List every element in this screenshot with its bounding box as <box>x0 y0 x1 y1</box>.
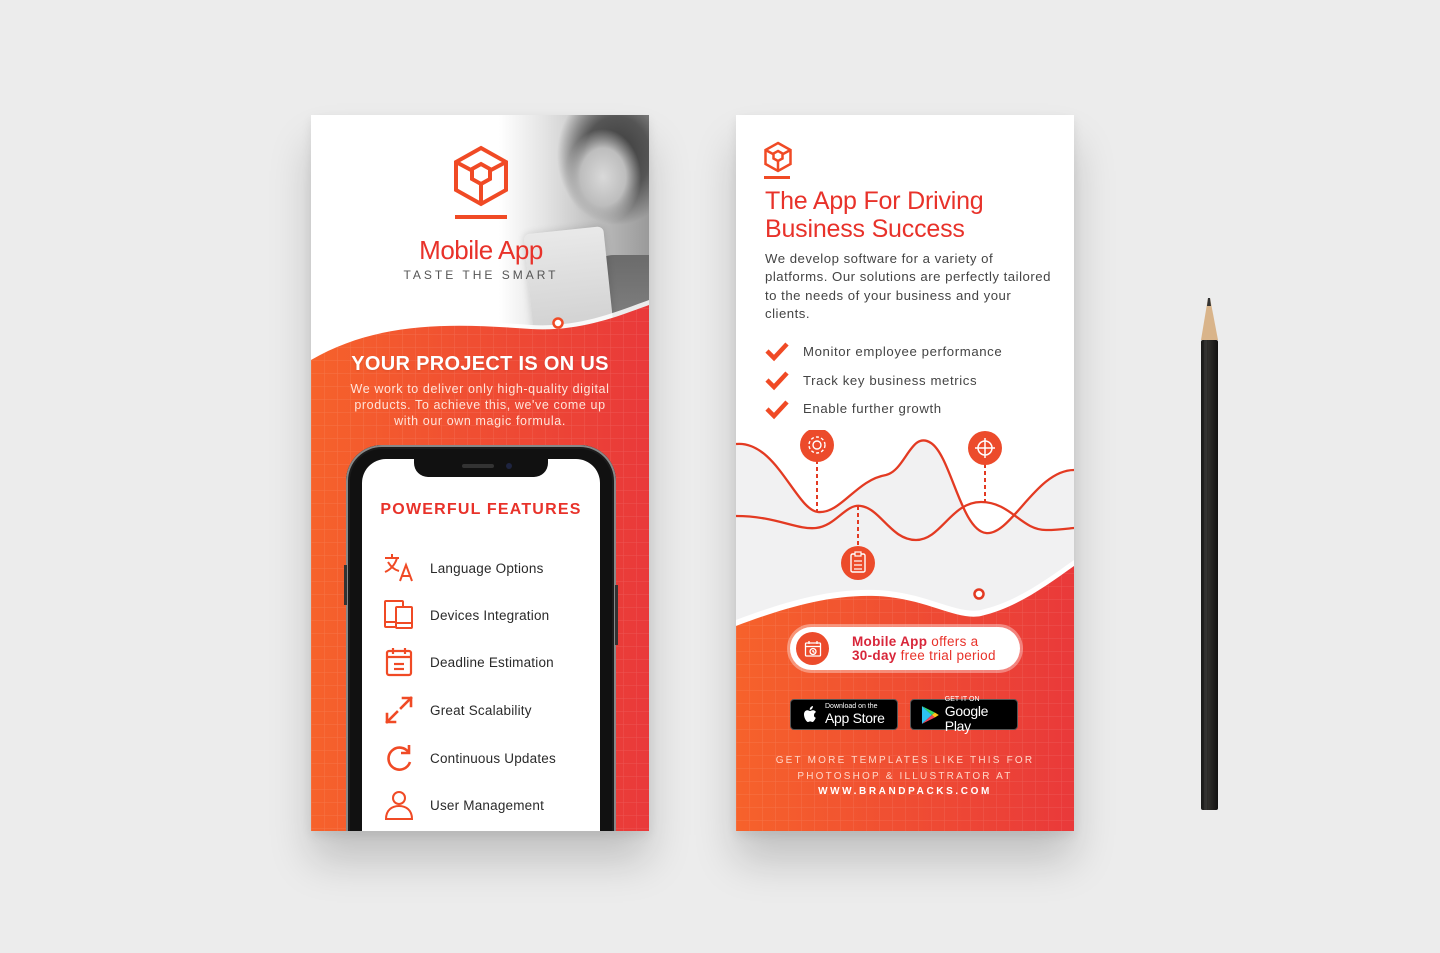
phone-speaker <box>462 464 494 468</box>
trial-text: Mobile App offers a 30-day free trial pe… <box>852 633 996 663</box>
logo-underline <box>764 176 790 179</box>
trial-brand: Mobile App <box>852 633 928 649</box>
feature-item: User Management <box>382 787 592 823</box>
trial-badge: Mobile App offers a 30-day free trial pe… <box>790 627 1020 670</box>
feature-label: Great Scalability <box>430 702 532 718</box>
logo-underline <box>455 215 507 219</box>
feature-label: Deadline Estimation <box>430 654 554 670</box>
clipboard-icon <box>841 546 875 580</box>
checklist: Monitor employee performance Track key b… <box>764 337 1064 423</box>
wave-dot <box>552 317 564 329</box>
back-body-text: We develop software for a variety of pla… <box>765 251 1051 321</box>
checklist-text: Enable further growth <box>803 401 942 417</box>
pencil-prop <box>1201 298 1218 810</box>
app-store-big: App Store <box>825 710 885 726</box>
promo-line1: GET MORE TEMPLATES LIKE THIS FOR <box>775 755 1035 766</box>
phone-mockup: POWERFUL FEATURES Language Options Devic… <box>344 445 618 831</box>
app-store-button[interactable]: Download on the App Store <box>790 699 898 730</box>
app-store-label: Download on the App Store <box>825 703 885 726</box>
calendar-icon <box>385 648 413 677</box>
flyer-front: Mobile App TASTE THE SMART YOUR PROJECT … <box>311 115 649 831</box>
feature-item: Deadline Estimation <box>382 644 592 680</box>
devices-icon <box>384 600 413 629</box>
phone-button <box>615 585 618 645</box>
translate-icon <box>384 554 413 582</box>
feature-label: User Management <box>430 797 545 813</box>
checklist-item: Track key business metrics <box>764 366 1064 395</box>
checklist-item: Enable further growth <box>764 394 1064 423</box>
google-play-button[interactable]: GET IT ON Google Play <box>910 696 1018 733</box>
flyer-back: The App For Driving Business Success We … <box>736 115 1074 831</box>
intro-text: We work to deliver only high-quality dig… <box>350 382 610 428</box>
hexagon-cube-logo-icon <box>454 145 508 207</box>
promo-text: GET MORE TEMPLATES LIKE THIS FOR PHOTOSH… <box>736 753 1074 800</box>
brand-title: Mobile App <box>419 235 543 265</box>
back-title-line1: The App For Driving <box>765 187 984 215</box>
features-title: POWERFUL FEATURES <box>380 501 582 518</box>
trial-text2: free trial period <box>896 647 996 663</box>
back-title: The App For Driving Business Success <box>765 187 1065 243</box>
feature-item: Language Options <box>382 550 592 586</box>
expand-arrows-icon <box>385 696 413 724</box>
checklist-item: Monitor employee performance <box>764 337 1064 366</box>
google-play-big: Google Play <box>944 702 989 734</box>
checklist-text: Monitor employee performance <box>803 343 1003 359</box>
gear-icon <box>800 430 834 462</box>
promo-line2: PHOTOSHOP & ILLUSTRATOR AT <box>797 770 1013 782</box>
hexagon-cube-logo-icon <box>764 141 792 173</box>
feature-label: Continuous Updates <box>430 750 556 766</box>
trial-text1: offers a <box>927 633 979 649</box>
checklist-text: Track key business metrics <box>803 372 978 388</box>
brand-tagline: TASTE THE SMART <box>403 268 559 282</box>
google-play-icon <box>921 705 939 724</box>
back-title-line2: Business Success <box>765 215 965 243</box>
refresh-icon <box>387 745 412 771</box>
phone-screen: POWERFUL FEATURES Language Options Devic… <box>362 459 600 831</box>
google-play-label: GET IT ON Google Play <box>945 696 1017 734</box>
feature-label: Language Options <box>430 560 544 576</box>
phone-notch <box>414 459 548 477</box>
checkmark-icon <box>765 342 789 362</box>
user-icon <box>384 791 414 820</box>
phone-camera <box>506 463 512 469</box>
checkmark-icon <box>765 371 789 391</box>
phone-button <box>344 565 347 605</box>
promo-url: WWW.BRANDPACKS.COM <box>818 786 992 797</box>
mockup-scene: Mobile App TASTE THE SMART YOUR PROJECT … <box>0 0 1440 953</box>
headline: YOUR PROJECT IS ON US <box>351 353 609 375</box>
feature-item: Continuous Updates <box>382 740 592 776</box>
graph-dot <box>973 588 985 600</box>
feature-label: Devices Integration <box>430 607 550 623</box>
target-icon <box>968 431 1002 465</box>
checkmark-icon <box>765 400 789 419</box>
feature-item: Devices Integration <box>382 597 592 633</box>
apple-icon <box>804 705 816 722</box>
feature-item: Great Scalability <box>382 692 592 728</box>
trial-days: 30-day <box>852 647 897 663</box>
calendar-clock-icon <box>796 632 829 665</box>
